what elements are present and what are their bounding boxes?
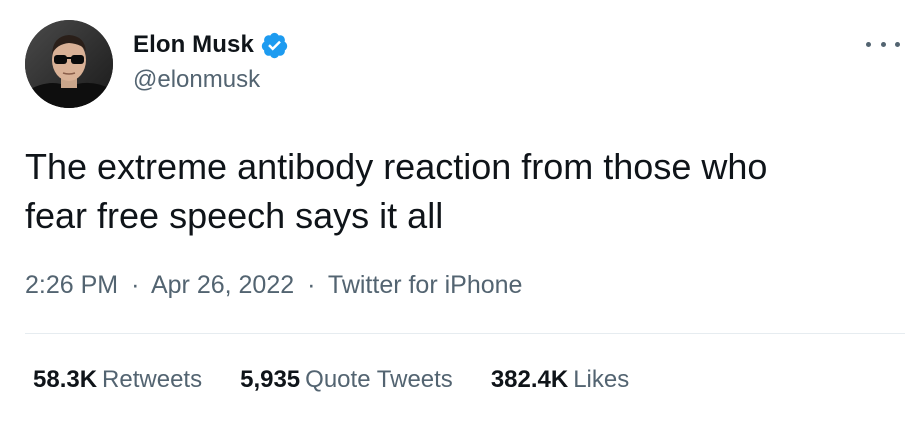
meta-separator: · (131, 271, 140, 299)
tweet-text-line: fear free speech says it all (25, 195, 444, 236)
author-avatar[interactable] (25, 20, 113, 108)
quote-tweets-stat[interactable]: 5,935 Quote Tweets (240, 366, 453, 394)
verified-badge-icon (260, 31, 289, 60)
tweet-stats: 58.3K Retweets 5,935 Quote Tweets 382.4K Li… (33, 366, 667, 394)
retweets-count: 58.3K (33, 366, 98, 393)
tweet-source[interactable]: Twitter for iPhone (328, 271, 523, 299)
tweet-time[interactable]: 2:26 PM (25, 271, 118, 299)
likes-label: Likes (573, 366, 630, 393)
likes-count: 382.4K (490, 366, 569, 393)
tweet-meta: 2:26 PM · Apr 26, 2022 · Twitter for iPh… (25, 271, 522, 300)
tweet-date[interactable]: Apr 26, 2022 (151, 271, 294, 299)
author-handle[interactable]: @elonmusk (133, 66, 260, 94)
quote-tweets-label: Quote Tweets (305, 366, 453, 393)
likes-stat[interactable]: 382.4K Likes (491, 366, 629, 394)
retweets-stat[interactable]: 58.3K Retweets (33, 366, 202, 394)
tweet-card: Elon Musk @elonmusk The extreme antibody… (0, 0, 917, 426)
tweet-text-line: The extreme antibody reaction from those… (25, 146, 768, 187)
tweet-text: The extreme antibody reaction from those… (25, 142, 905, 240)
author-name-row: Elon Musk (133, 28, 289, 62)
more-options-icon[interactable] (866, 36, 900, 52)
divider (25, 333, 905, 334)
quote-tweets-count: 5,935 (240, 366, 301, 393)
retweets-label: Retweets (102, 366, 203, 393)
meta-separator: · (307, 271, 316, 299)
author-name[interactable]: Elon Musk (133, 31, 254, 59)
profile-photo-icon (25, 20, 113, 108)
